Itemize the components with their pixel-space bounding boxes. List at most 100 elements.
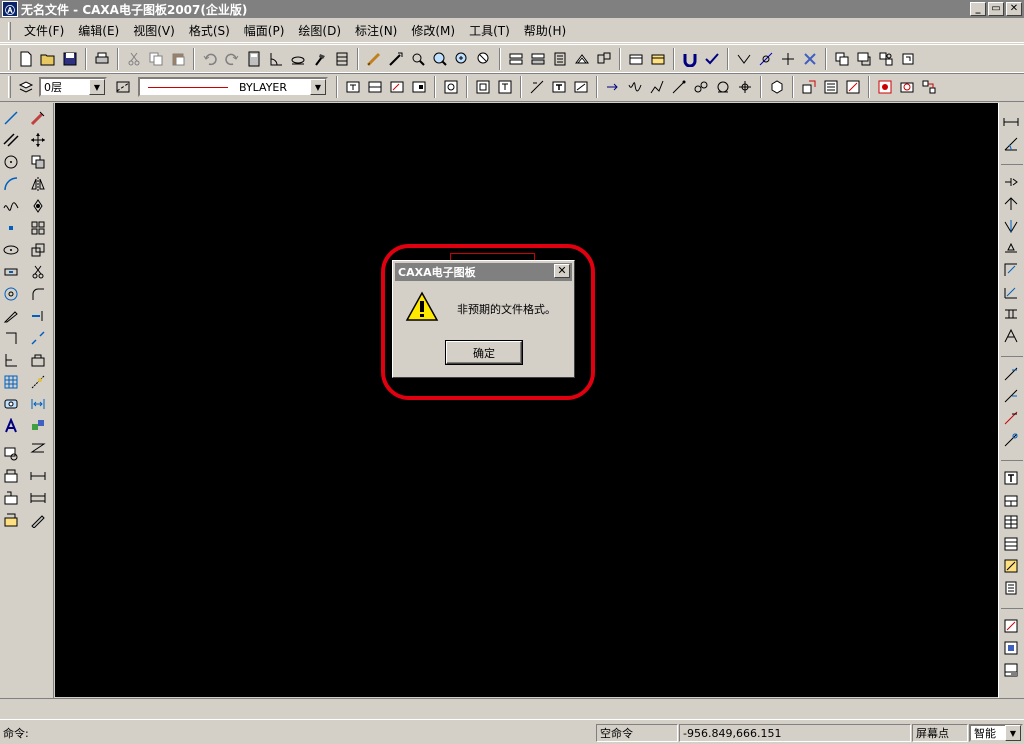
stretch-icon[interactable] — [28, 349, 48, 371]
dim-arc-icon[interactable] — [1001, 259, 1021, 281]
sheet-title-icon[interactable] — [1001, 659, 1021, 681]
offset-line-icon[interactable] — [1, 349, 21, 371]
paste-icon[interactable] — [168, 48, 188, 70]
menu-view[interactable]: 视图(V) — [126, 20, 182, 41]
layer-tool-icon[interactable] — [506, 48, 526, 70]
copy-object-icon[interactable] — [28, 151, 48, 173]
pencil-icon[interactable] — [364, 48, 384, 70]
polyline-icon[interactable] — [1, 305, 21, 327]
query-icon[interactable] — [799, 76, 819, 98]
centerline-icon[interactable] — [735, 76, 755, 98]
grid-tool-icon[interactable] — [919, 76, 939, 98]
dim-radius-icon[interactable] — [1001, 171, 1021, 193]
arrow-icon[interactable] — [603, 76, 623, 98]
dimension-tool-icon[interactable] — [734, 48, 754, 70]
drawing-tool-icon[interactable] — [332, 48, 352, 70]
line-icon[interactable] — [1, 107, 21, 129]
window-new-icon[interactable] — [898, 48, 918, 70]
align-icon[interactable] — [28, 393, 48, 415]
chevron-down-icon[interactable]: ▼ — [1005, 725, 1021, 741]
dim-text-icon[interactable] — [549, 76, 569, 98]
maximize-button[interactable]: ▭ — [988, 2, 1004, 16]
table-tool-icon[interactable] — [626, 48, 646, 70]
redo-icon[interactable] — [222, 48, 242, 70]
bom-list-icon[interactable] — [1001, 577, 1021, 599]
dim-linear-icon[interactable] — [527, 76, 547, 98]
scale-tool-icon[interactable] — [800, 48, 820, 70]
move-icon[interactable] — [28, 129, 48, 151]
point-style-icon[interactable] — [409, 76, 429, 98]
break-icon[interactable] — [28, 327, 48, 349]
zoom-in-icon[interactable] — [452, 48, 472, 70]
table-color-icon[interactable] — [648, 48, 668, 70]
layer-combo[interactable]: 0层 ▼ — [39, 77, 107, 97]
curve-icon[interactable] — [625, 76, 645, 98]
array-icon[interactable] — [28, 217, 48, 239]
part-library-icon[interactable] — [1, 465, 21, 487]
save-icon[interactable] — [60, 48, 80, 70]
ok-button[interactable]: 确定 — [446, 341, 522, 364]
hammer-icon[interactable] — [310, 48, 330, 70]
tolerance-3-icon[interactable] — [1001, 407, 1021, 429]
property-tool-icon[interactable] — [288, 48, 308, 70]
zoom-window-icon[interactable] — [430, 48, 450, 70]
menu-sheet[interactable]: 幅面(P) — [237, 20, 292, 41]
rotate-icon[interactable] — [28, 195, 48, 217]
rectangle-icon[interactable] — [1, 261, 21, 283]
chevron-down-icon[interactable]: ▼ — [89, 79, 105, 95]
linetype-combo[interactable]: BYLAYER ▼ — [138, 77, 328, 97]
check-icon[interactable] — [702, 48, 722, 70]
text-style-icon[interactable] — [343, 76, 363, 98]
command-prompt[interactable]: 命令: — [0, 724, 596, 742]
camera-icon[interactable] — [897, 76, 917, 98]
parallel-line-icon[interactable] — [1, 129, 21, 151]
tolerance-1-icon[interactable] — [1001, 363, 1021, 385]
part-tool-icon[interactable] — [550, 48, 570, 70]
fillet-icon[interactable] — [28, 283, 48, 305]
trim-tool-icon[interactable] — [756, 48, 776, 70]
match-icon[interactable] — [28, 415, 48, 437]
dim-symbol-icon[interactable] — [1001, 303, 1021, 325]
break-line-icon[interactable] — [647, 76, 667, 98]
text-icon[interactable] — [1, 415, 21, 437]
menu-edit[interactable]: 编辑(E) — [71, 20, 126, 41]
menu-help[interactable]: 帮助(H) — [517, 20, 573, 41]
symbol-tool-icon[interactable] — [594, 48, 614, 70]
spline-icon[interactable] — [691, 76, 711, 98]
close-button[interactable]: ✕ — [1006, 2, 1022, 16]
menu-dimension[interactable]: 标注(N) — [348, 20, 404, 41]
tolerance-2-icon[interactable] — [1001, 385, 1021, 407]
dim-edit-icon[interactable] — [571, 76, 591, 98]
part-manage-icon[interactable] — [1, 509, 21, 531]
block-tool-icon[interactable] — [528, 48, 548, 70]
new-file-icon[interactable] — [16, 48, 36, 70]
menu-format[interactable]: 格式(S) — [182, 20, 237, 41]
3d-view-icon[interactable] — [767, 76, 787, 98]
display-window-icon[interactable] — [473, 76, 493, 98]
trim-icon[interactable] — [28, 261, 48, 283]
dim-horizontal-icon[interactable] — [28, 465, 48, 487]
dim-angle-icon[interactable] — [1001, 133, 1021, 155]
hatch-style-icon[interactable] — [387, 76, 407, 98]
chamfer-icon[interactable] — [28, 437, 48, 459]
angle-measure-icon[interactable] — [266, 48, 286, 70]
dim-baseline-icon[interactable] — [28, 487, 48, 509]
arc-icon[interactable] — [1, 173, 21, 195]
layer-manager-icon[interactable] — [16, 76, 36, 98]
menu-draw[interactable]: 绘图(D) — [291, 20, 348, 41]
dim-ordinate-icon[interactable] — [1001, 237, 1021, 259]
copy-icon[interactable] — [146, 48, 166, 70]
window-tile-icon[interactable] — [832, 48, 852, 70]
leader-icon[interactable] — [669, 76, 689, 98]
edit-dim-icon[interactable] — [28, 509, 48, 531]
minimize-button[interactable]: _ — [970, 2, 986, 16]
extend-icon[interactable] — [28, 305, 48, 327]
snap-mode-select[interactable]: 智能 ▼ — [969, 724, 1023, 742]
center-mark-icon[interactable] — [713, 76, 733, 98]
dialog-close-button[interactable]: ✕ — [554, 264, 570, 278]
app-icon[interactable]: Ⓐ — [2, 1, 18, 17]
fillet-line-icon[interactable] — [1, 327, 21, 349]
sheet-size-icon[interactable] — [1001, 615, 1021, 637]
properties-list-icon[interactable] — [821, 76, 841, 98]
tolerance-4-icon[interactable] — [1001, 429, 1021, 451]
